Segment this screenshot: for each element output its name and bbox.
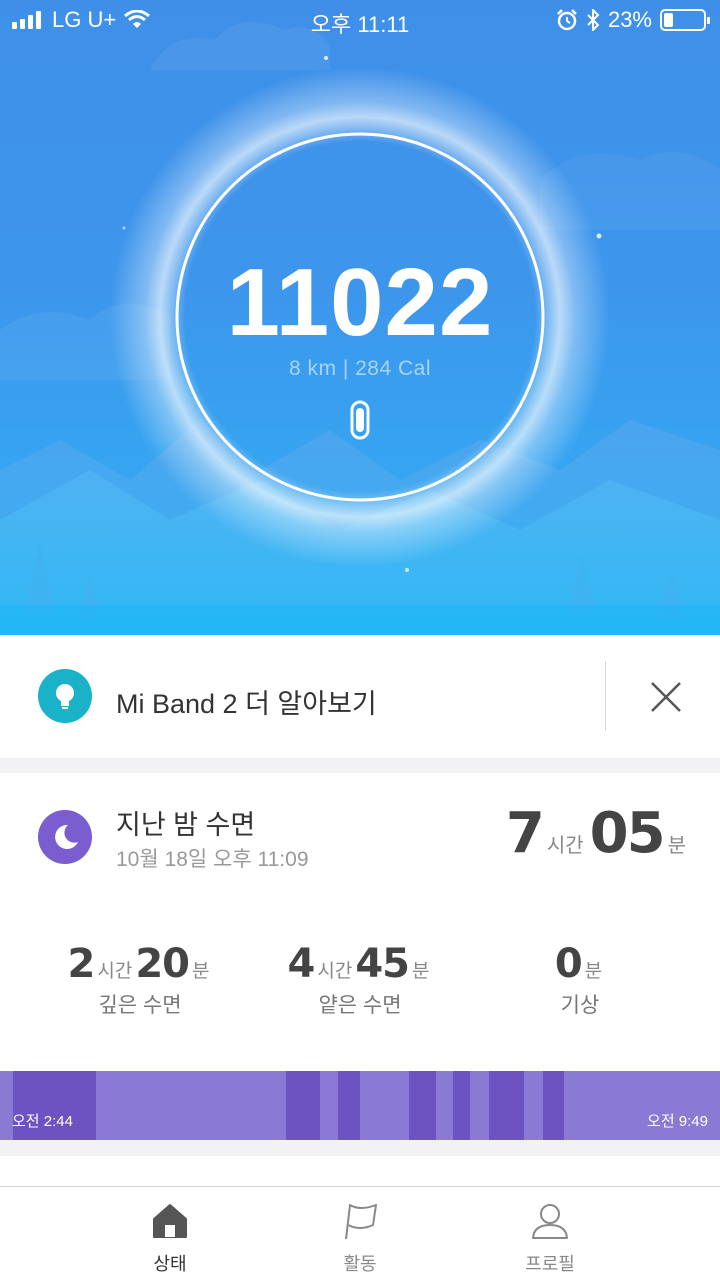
deep-sleep-segment [286, 1071, 320, 1140]
battery-percent: 23% [607, 7, 652, 32]
total-hours-unit: 시간 [546, 835, 584, 857]
battery-level [664, 13, 673, 27]
moon-icon: z [38, 810, 92, 864]
light-sleep-label: 얕은 수면 [318, 994, 402, 1017]
next-card [0, 1156, 720, 1186]
tab-bar: 상태 활동 프로필 [0, 1186, 720, 1280]
sleep-stats: 2 시간 20 분 깊은 수면 4 시간 45 분 얕은 수면 0 분 기상 [0, 941, 720, 1031]
battery-icon [660, 9, 710, 31]
tip-text: Mi Band 2 더 알아보기 [116, 689, 377, 719]
profile-icon [532, 1204, 568, 1239]
divider [605, 661, 606, 731]
light-hours: 4 [287, 941, 316, 987]
step-count[interactable]: 11022 [0, 248, 720, 358]
deep-sleep-segment [543, 1071, 564, 1140]
deep-minutes: 20 [135, 941, 190, 987]
flag-icon [345, 1204, 377, 1240]
svg-text:z: z [68, 829, 73, 839]
deep-sleep-segment [489, 1071, 524, 1140]
total-hours: 7 [505, 801, 545, 866]
light-hours-unit: 시간 [317, 961, 353, 982]
awake-minutes: 0 [554, 941, 583, 987]
deep-hours: 2 [67, 941, 96, 987]
light-sleep-stat: 4 시간 45 분 얕은 수면 [240, 941, 480, 1019]
sleep-date: 10월 18일 오후 11:09 [116, 848, 309, 871]
deep-sleep-segment [453, 1071, 470, 1140]
light-minutes-unit: 분 [412, 961, 430, 982]
sleep-total: 7 시간 05 분 [506, 801, 692, 866]
deep-hours-unit: 시간 [97, 961, 133, 982]
deep-sleep-label: 깊은 수면 [98, 994, 182, 1017]
deep-sleep-segment [338, 1071, 360, 1140]
awake-stat: 0 분 기상 [460, 941, 700, 1019]
home-icon [153, 1204, 187, 1238]
distance-calories: 8 km | 284 Cal [288, 357, 431, 380]
bluetooth-icon [587, 9, 600, 31]
tab-profile[interactable]: 프로필 [430, 1187, 670, 1280]
sleep-card[interactable]: z 지난 밤 수면 10월 18일 오후 11:09 7 시간 05 분 2 시… [0, 773, 720, 1140]
total-minutes: 05 [589, 801, 666, 866]
awake-minutes-unit: 분 [584, 961, 603, 982]
total-minutes-unit: 분 [667, 835, 686, 857]
deep-minutes-unit: 분 [192, 961, 210, 982]
tab-profile-label: 프로필 [525, 1254, 575, 1274]
light-minutes: 45 [355, 941, 410, 987]
close-icon[interactable] [646, 677, 686, 717]
deep-sleep-segment [409, 1071, 436, 1140]
status-bar: LG U+ 오후 11:11 23% [0, 0, 720, 40]
sleep-title: 지난 밤 수면 [116, 810, 256, 840]
lightbulb-icon [38, 669, 92, 723]
deep-sleep-stat: 2 시간 20 분 깊은 수면 [20, 941, 260, 1019]
sleep-timeline-bar[interactable]: 오전 2:44 오전 9:49 [0, 1071, 720, 1140]
sleep-start-time: 오전 2:44 [12, 1113, 73, 1130]
band-icon [350, 400, 370, 440]
awake-label: 기상 [560, 994, 600, 1017]
sleep-end-time: 오전 9:49 [647, 1113, 708, 1130]
activity-hero: LG U+ 오후 11:11 23% 11022 8 km | 284 Cal [0, 0, 720, 635]
tip-card[interactable]: Mi Band 2 더 알아보기 [0, 635, 720, 758]
alarm-icon [557, 9, 577, 31]
